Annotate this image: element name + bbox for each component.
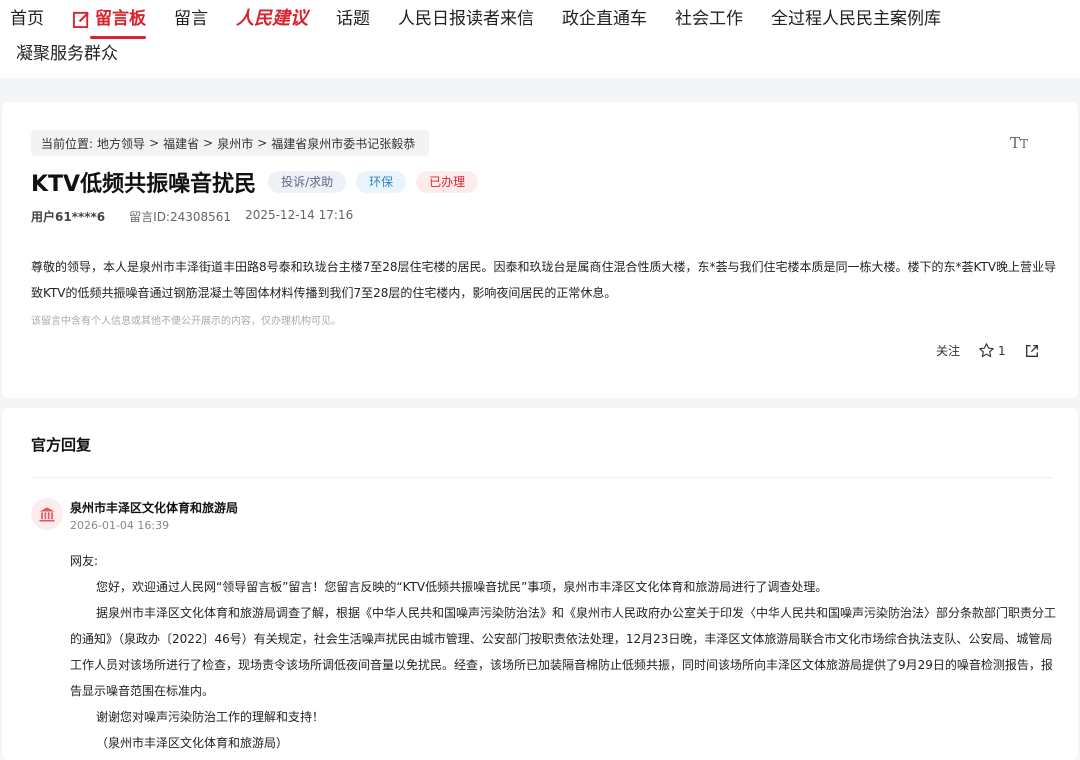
nav-item-reader-letters[interactable]: 人民日报读者来信: [398, 5, 534, 33]
nav-item-social-work[interactable]: 社会工作: [675, 5, 743, 33]
message-user: 用户61****6: [31, 210, 106, 224]
reply-section-title: 官方回复: [31, 436, 92, 454]
nav-item-topics[interactable]: 话题: [336, 5, 370, 33]
government-building-icon: [39, 507, 55, 522]
top-nav: 首页 留言板 留言 人民建议 话题 人民日报读者来信 政企直通车 社会工作 全过…: [0, 0, 1080, 78]
message-content: 尊敬的领导，本人是泉州市丰泽街道丰田路8号泰和玖珑台主楼7至28层住宅楼的居民。…: [31, 260, 1057, 300]
reply-card: 官方回复 泉州市丰泽区文化体育和旅游局 2026-01-04 16:39 网友:…: [2, 408, 1078, 760]
share-button[interactable]: [1024, 343, 1043, 359]
breadcrumb-item[interactable]: 泉州市: [217, 135, 253, 152]
font-size-icon-small: T: [1020, 137, 1029, 151]
reply-org-name: 泉州市丰泽区文化体育和旅游局: [70, 501, 239, 515]
nav-item-democracy-cases[interactable]: 全过程人民民主案例库: [771, 5, 941, 33]
reply-paragraph: 据泉州市丰泽区文化体育和旅游局调查了解，根据《中华人民共和国噪声污染防治法》和《…: [70, 606, 1057, 698]
reply-paragraph: 谢谢您对噪声污染防治工作的理解和支持！: [96, 710, 325, 724]
breadcrumb-separator: >: [257, 136, 268, 150]
star-button[interactable]: 1: [978, 342, 1006, 359]
share-icon: [1025, 344, 1038, 357]
breadcrumb-item[interactable]: 福建省泉州市委书记张毅恭: [271, 135, 415, 152]
font-size-icon-big: T: [1010, 134, 1021, 152]
tag-category: 投诉/求助: [268, 171, 347, 193]
edit-icon: [72, 11, 89, 28]
nav-item-home[interactable]: 首页: [10, 5, 44, 33]
message-time: 2025-12-14 17:16: [245, 208, 354, 222]
message-card: 当前位置: 地方领导 > 福建省 > 泉州市 > 福建省泉州市委书记张毅恭 TT…: [2, 102, 1078, 398]
star-count: 1: [998, 343, 1006, 358]
message-title: KTV低频共振噪音扰民: [31, 172, 257, 197]
breadcrumb-separator: >: [203, 136, 214, 150]
tag-status: 已办理: [416, 171, 479, 193]
nav-item-messages[interactable]: 留言: [174, 5, 208, 33]
font-size-button[interactable]: TT: [1010, 134, 1028, 152]
star-icon: [979, 343, 994, 358]
nav-item-people-suggestions[interactable]: 人民建议: [236, 5, 308, 33]
nav-item-enterprise-express[interactable]: 政企直通车: [562, 5, 647, 33]
message-actions: 关注 1: [936, 342, 1061, 359]
reply-time: 2026-01-04 16:39: [70, 519, 170, 532]
breadcrumb-item[interactable]: 地方领导: [97, 135, 145, 152]
reply-paragraph: 您好，欢迎通过人民网“领导留言板”留言！您留言反映的“KTV低频共振噪音扰民”事…: [96, 580, 828, 594]
breadcrumb: 当前位置: 地方领导 > 福建省 > 泉州市 > 福建省泉州市委书记张毅恭: [31, 130, 430, 156]
follow-button[interactable]: 关注: [936, 342, 960, 359]
message-id: 留言ID:24308561: [129, 210, 232, 224]
privacy-notice: 该留言中含有个人信息或其他不便公开展示的内容，仅办理机构可见。: [31, 316, 341, 327]
divider: [31, 477, 1053, 478]
tag-field: 环保: [356, 171, 407, 193]
nav-item-message-board-label: 留言板: [95, 9, 146, 29]
follow-label: 关注: [936, 344, 961, 358]
nav-row-secondary: 凝聚服务群众: [16, 40, 146, 68]
reply-signature: （泉州市丰泽区文化体育和旅游局）: [96, 736, 289, 750]
nav-row-primary: 首页 留言板 留言 人民建议 话题 人民日报读者来信 政企直通车 社会工作 全过…: [10, 4, 969, 39]
reply-greeting: 网友:: [70, 554, 99, 568]
reply-body: 网友: 您好，欢迎通过人民网“领导留言板”留言！您留言反映的“KTV低频共振噪音…: [70, 548, 1056, 756]
breadcrumb-item[interactable]: 福建省: [163, 135, 199, 152]
breadcrumb-prefix: 当前位置:: [41, 136, 94, 151]
breadcrumb-separator: >: [149, 136, 160, 150]
org-avatar: [31, 498, 63, 530]
title-row: KTV低频共振噪音扰民 投诉/求助 环保 已办理: [31, 166, 488, 198]
message-meta: 用户61****6 留言ID:24308561 2025-12-14 17:16: [31, 208, 353, 225]
nav-item-message-board[interactable]: 留言板: [72, 5, 146, 39]
nav-item-serve-masses[interactable]: 凝聚服务群众: [16, 40, 118, 68]
